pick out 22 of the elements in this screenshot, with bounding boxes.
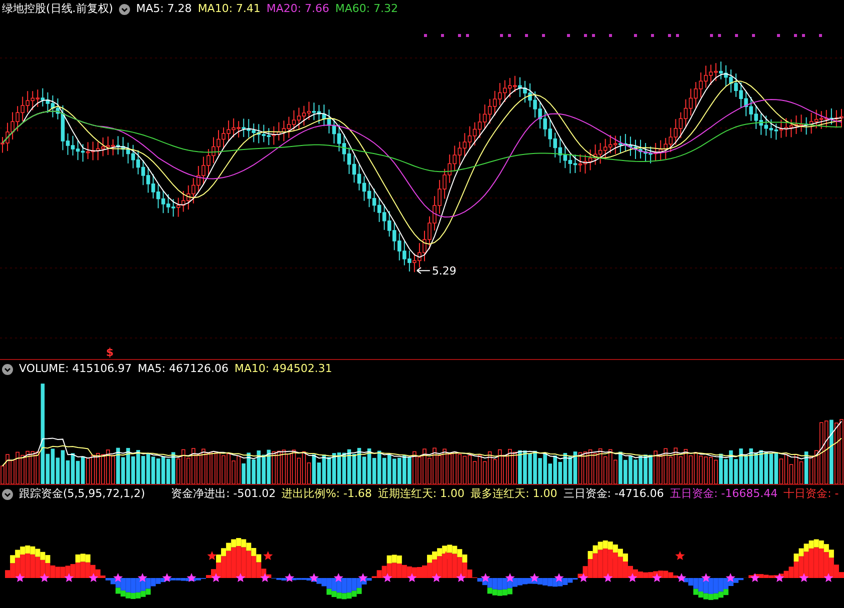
indicator-value: 进出比例%: -1.68 bbox=[282, 486, 372, 502]
indicator-value: 三日资金: -4716.06 bbox=[563, 486, 664, 502]
dropdown-icon[interactable] bbox=[2, 364, 13, 374]
indicator-value: 最多连红天: 1.00 bbox=[470, 486, 558, 502]
indicator-value: 近期连红天: 1.00 bbox=[378, 486, 465, 502]
indicator-value: MA20: 7.66 bbox=[266, 0, 330, 17]
dropdown-icon[interactable] bbox=[2, 488, 13, 500]
indicator-value: 十日资金: - bbox=[784, 486, 839, 502]
signal-mark: $ bbox=[106, 346, 114, 359]
arrow-icon bbox=[416, 267, 430, 274]
indicator-value: MA10: 494502.31 bbox=[234, 360, 332, 377]
indicator-value: VOLUME: 415106.97 bbox=[19, 360, 132, 377]
indicator-value: MA5: 467126.06 bbox=[138, 360, 228, 377]
indicator-value: MA5: 7.28 bbox=[136, 0, 192, 17]
indicator-value: 五日资金: -16685.44 bbox=[670, 486, 778, 502]
indicator-value: MA10: 7.41 bbox=[198, 0, 261, 17]
stock-title: 绿地控股(日线.前复权) bbox=[2, 0, 114, 17]
indicator-title: 跟踪资金(5,5,95,72,1,2) bbox=[19, 486, 146, 502]
indicator-value: 资金净进出: -501.02 bbox=[171, 486, 276, 502]
indicator-value: MA60: 7.32 bbox=[335, 0, 398, 17]
low-price-label: 5.29 bbox=[432, 264, 456, 278]
dropdown-icon[interactable] bbox=[119, 4, 130, 14]
